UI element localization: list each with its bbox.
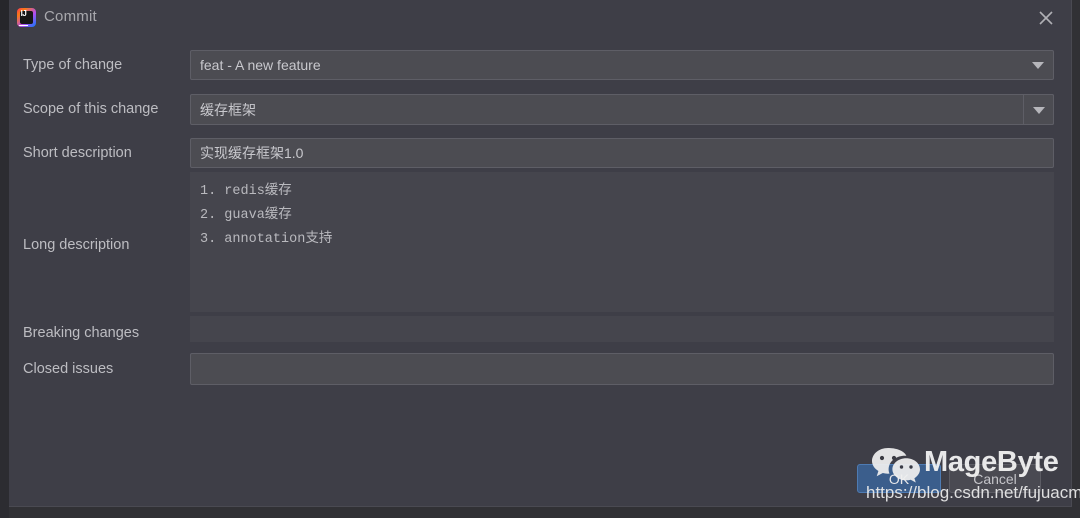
label-scope-of-this-change: Scope of this change (23, 101, 159, 117)
window-left-gutter (0, 0, 9, 518)
label-long-description: Long description (23, 237, 130, 253)
commit-dialog-window: IJ Commit Type of change feat - A new fe… (0, 0, 1080, 518)
dialog-titlebar: IJ Commit (9, 0, 1071, 35)
label-closed-issues: Closed issues (23, 361, 114, 377)
closed-issues-input[interactable] (190, 353, 1054, 385)
chevron-down-icon[interactable] (1023, 94, 1054, 125)
scope-of-this-change-combobox[interactable]: 缓存框架 (190, 94, 1054, 125)
chevron-down-icon[interactable] (1032, 62, 1044, 69)
scope-of-this-change-value: 缓存框架 (200, 101, 256, 118)
commit-dialog: IJ Commit Type of change feat - A new fe… (9, 0, 1072, 507)
label-short-description: Short description (23, 145, 132, 161)
intellij-idea-icon: IJ (17, 8, 36, 27)
long-description-line: 3. annotation支持 (200, 232, 333, 247)
short-description-value: 实现缓存框架1.0 (200, 145, 304, 161)
breaking-changes-input[interactable] (190, 316, 1054, 342)
type-of-change-combobox[interactable]: feat - A new feature (190, 50, 1054, 80)
dialog-title: Commit (44, 8, 97, 25)
label-type-of-change: Type of change (23, 57, 123, 73)
long-description-textarea[interactable]: 1. redis缓存 2. guava缓存 3. annotation支持 (190, 172, 1054, 312)
ok-button[interactable]: OK (857, 464, 941, 493)
long-description-line: 2. guava缓存 (200, 208, 292, 223)
type-of-change-value: feat - A new feature (200, 57, 321, 73)
short-description-input[interactable]: 实现缓存框架1.0 (190, 138, 1054, 168)
label-breaking-changes: Breaking changes (23, 325, 140, 341)
intellij-idea-icon-letters: IJ (20, 9, 27, 18)
close-icon[interactable] (1035, 7, 1057, 29)
window-left-gutter-top (0, 0, 9, 30)
long-description-line: 1. redis缓存 (200, 184, 292, 199)
cancel-button[interactable]: Cancel (949, 464, 1041, 493)
